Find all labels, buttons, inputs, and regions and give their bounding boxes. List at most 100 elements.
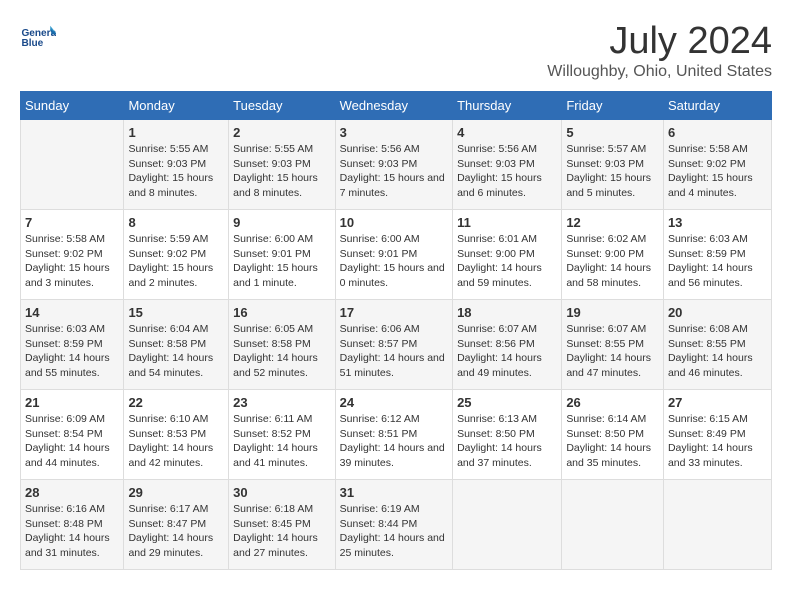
- calendar-cell: [562, 480, 664, 570]
- day-number: 12: [566, 215, 659, 230]
- calendar-cell: 23 Sunrise: 6:11 AMSunset: 8:52 PMDayligh…: [229, 390, 336, 480]
- week-row-2: 14 Sunrise: 6:03 AMSunset: 8:59 PMDayligh…: [21, 300, 772, 390]
- calendar-cell: 14 Sunrise: 6:03 AMSunset: 8:59 PMDayligh…: [21, 300, 124, 390]
- calendar-cell: 19 Sunrise: 6:07 AMSunset: 8:55 PMDayligh…: [562, 300, 664, 390]
- day-number: 13: [668, 215, 767, 230]
- day-info: Sunrise: 6:08 AMSunset: 8:55 PMDaylight:…: [668, 323, 753, 379]
- day-info: Sunrise: 6:12 AMSunset: 8:51 PMDaylight:…: [340, 413, 445, 469]
- day-info: Sunrise: 6:14 AMSunset: 8:50 PMDaylight:…: [566, 413, 651, 469]
- day-info: Sunrise: 6:07 AMSunset: 8:55 PMDaylight:…: [566, 323, 651, 379]
- header-day-friday: Friday: [562, 92, 664, 120]
- day-info: Sunrise: 6:15 AMSunset: 8:49 PMDaylight:…: [668, 413, 753, 469]
- calendar-cell: 3 Sunrise: 5:56 AMSunset: 9:03 PMDaylight…: [335, 120, 452, 210]
- calendar-cell: 11 Sunrise: 6:01 AMSunset: 9:00 PMDayligh…: [453, 210, 562, 300]
- calendar-cell: 1Sunrise: 5:55 AMSunset: 9:03 PMDaylight…: [124, 120, 229, 210]
- day-number: 23: [233, 395, 331, 410]
- day-number: 31: [340, 485, 448, 500]
- svg-text:Blue: Blue: [21, 38, 43, 49]
- calendar-cell: 13 Sunrise: 6:03 AMSunset: 8:59 PMDayligh…: [663, 210, 771, 300]
- calendar-header: SundayMondayTuesdayWednesdayThursdayFrid…: [21, 92, 772, 120]
- calendar-cell: 10Sunrise: 6:00 AMSunset: 9:01 PMDayligh…: [335, 210, 452, 300]
- day-number: 24: [340, 395, 448, 410]
- day-number: 29: [128, 485, 224, 500]
- calendar-cell: 22 Sunrise: 6:10 AMSunset: 8:53 PMDayligh…: [124, 390, 229, 480]
- calendar-cell: 24 Sunrise: 6:12 AMSunset: 8:51 PMDayligh…: [335, 390, 452, 480]
- day-info: Sunrise: 6:04 AMSunset: 8:58 PMDaylight:…: [128, 323, 213, 379]
- day-number: 18: [457, 305, 557, 320]
- day-info: Sunrise: 6:03 AMSunset: 8:59 PMDaylight:…: [25, 323, 110, 379]
- calendar-cell: 4 Sunrise: 5:56 AMSunset: 9:03 PMDaylight…: [453, 120, 562, 210]
- calendar-cell: 16 Sunrise: 6:05 AMSunset: 8:58 PMDayligh…: [229, 300, 336, 390]
- day-number: 30: [233, 485, 331, 500]
- day-info: Sunrise: 6:13 AMSunset: 8:50 PMDaylight:…: [457, 413, 542, 469]
- main-title: July 2024: [547, 20, 772, 63]
- day-info: Sunrise: 5:56 AMSunset: 9:03 PMDaylight:…: [340, 143, 445, 199]
- day-number: 27: [668, 395, 767, 410]
- day-number: 11: [457, 215, 557, 230]
- day-info: Sunrise: 5:58 AMSunset: 9:02 PMDaylight:…: [668, 143, 753, 199]
- day-number: 17: [340, 305, 448, 320]
- calendar-cell: 6 Sunrise: 5:58 AMSunset: 9:02 PMDaylight…: [663, 120, 771, 210]
- logo: General Blue: [20, 20, 56, 56]
- header-row: SundayMondayTuesdayWednesdayThursdayFrid…: [21, 92, 772, 120]
- day-number: 5: [566, 125, 659, 140]
- week-row-4: 28 Sunrise: 6:16 AMSunset: 8:48 PMDayligh…: [21, 480, 772, 570]
- day-number: 15: [128, 305, 224, 320]
- calendar-cell: 21Sunrise: 6:09 AMSunset: 8:54 PMDayligh…: [21, 390, 124, 480]
- day-info: Sunrise: 6:07 AMSunset: 8:56 PMDaylight:…: [457, 323, 542, 379]
- calendar-cell: 2Sunrise: 5:55 AMSunset: 9:03 PMDaylight…: [229, 120, 336, 210]
- calendar-cell: 9Sunrise: 6:00 AMSunset: 9:01 PMDaylight…: [229, 210, 336, 300]
- day-number: 6: [668, 125, 767, 140]
- day-info: Sunrise: 6:00 AMSunset: 9:01 PMDaylight:…: [233, 233, 318, 289]
- day-info: Sunrise: 6:17 AMSunset: 8:47 PMDaylight:…: [128, 503, 213, 559]
- day-info: Sunrise: 6:10 AMSunset: 8:53 PMDaylight:…: [128, 413, 213, 469]
- day-number: 8: [128, 215, 224, 230]
- day-number: 7: [25, 215, 119, 230]
- calendar-table: SundayMondayTuesdayWednesdayThursdayFrid…: [20, 91, 772, 570]
- calendar-cell: [21, 120, 124, 210]
- day-number: 4: [457, 125, 557, 140]
- calendar-cell: 8Sunrise: 5:59 AMSunset: 9:02 PMDaylight…: [124, 210, 229, 300]
- calendar-cell: 30 Sunrise: 6:18 AMSunset: 8:45 PMDayligh…: [229, 480, 336, 570]
- day-info: Sunrise: 6:11 AMSunset: 8:52 PMDaylight:…: [233, 413, 318, 469]
- day-number: 28: [25, 485, 119, 500]
- day-number: 22: [128, 395, 224, 410]
- calendar-cell: 15 Sunrise: 6:04 AMSunset: 8:58 PMDayligh…: [124, 300, 229, 390]
- day-number: 19: [566, 305, 659, 320]
- calendar-cell: 26Sunrise: 6:14 AMSunset: 8:50 PMDayligh…: [562, 390, 664, 480]
- calendar-cell: [663, 480, 771, 570]
- day-number: 21: [25, 395, 119, 410]
- header-day-sunday: Sunday: [21, 92, 124, 120]
- day-info: Sunrise: 5:56 AMSunset: 9:03 PMDaylight:…: [457, 143, 542, 199]
- header-day-wednesday: Wednesday: [335, 92, 452, 120]
- day-info: Sunrise: 6:02 AMSunset: 9:00 PMDaylight:…: [566, 233, 651, 289]
- day-info: Sunrise: 6:16 AMSunset: 8:48 PMDaylight:…: [25, 503, 110, 559]
- day-info: Sunrise: 5:55 AMSunset: 9:03 PMDaylight:…: [128, 143, 213, 199]
- day-number: 14: [25, 305, 119, 320]
- calendar-cell: 17 Sunrise: 6:06 AMSunset: 8:57 PMDayligh…: [335, 300, 452, 390]
- header-day-tuesday: Tuesday: [229, 92, 336, 120]
- day-info: Sunrise: 6:00 AMSunset: 9:01 PMDaylight:…: [340, 233, 445, 289]
- day-info: Sunrise: 6:03 AMSunset: 8:59 PMDaylight:…: [668, 233, 753, 289]
- day-info: Sunrise: 6:18 AMSunset: 8:45 PMDaylight:…: [233, 503, 318, 559]
- day-info: Sunrise: 6:05 AMSunset: 8:58 PMDaylight:…: [233, 323, 318, 379]
- day-info: Sunrise: 6:19 AMSunset: 8:44 PMDaylight:…: [340, 503, 445, 559]
- header-day-thursday: Thursday: [453, 92, 562, 120]
- logo-icon: General Blue: [20, 20, 56, 56]
- day-number: 3: [340, 125, 448, 140]
- day-number: 20: [668, 305, 767, 320]
- header-day-monday: Monday: [124, 92, 229, 120]
- day-info: Sunrise: 6:06 AMSunset: 8:57 PMDaylight:…: [340, 323, 445, 379]
- week-row-1: 7 Sunrise: 5:58 AMSunset: 9:02 PMDaylight…: [21, 210, 772, 300]
- calendar-cell: 7 Sunrise: 5:58 AMSunset: 9:02 PMDaylight…: [21, 210, 124, 300]
- day-info: Sunrise: 6:01 AMSunset: 9:00 PMDaylight:…: [457, 233, 542, 289]
- calendar-cell: 29 Sunrise: 6:17 AMSunset: 8:47 PMDayligh…: [124, 480, 229, 570]
- page-header: General Blue July 2024 Willoughby, Ohio,…: [20, 20, 772, 81]
- day-info: Sunrise: 5:58 AMSunset: 9:02 PMDaylight:…: [25, 233, 110, 289]
- calendar-cell: 5 Sunrise: 5:57 AMSunset: 9:03 PMDaylight…: [562, 120, 664, 210]
- day-number: 16: [233, 305, 331, 320]
- calendar-cell: 18 Sunrise: 6:07 AMSunset: 8:56 PMDayligh…: [453, 300, 562, 390]
- calendar-cell: 27 Sunrise: 6:15 AMSunset: 8:49 PMDayligh…: [663, 390, 771, 480]
- day-info: Sunrise: 5:57 AMSunset: 9:03 PMDaylight:…: [566, 143, 651, 199]
- title-block: July 2024 Willoughby, Ohio, United State…: [547, 20, 772, 81]
